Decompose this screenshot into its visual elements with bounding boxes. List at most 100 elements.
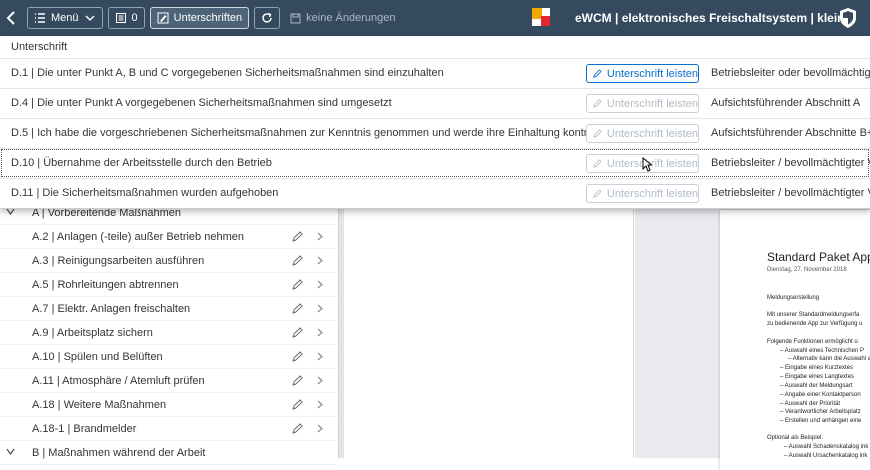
tree-item-label: A.2 | Anlagen (-teile) außer Betrieb neh… (32, 230, 244, 243)
sign-button[interactable]: Unterschrift leisten (586, 124, 699, 143)
signature-row: D.4 | Die unter Punkt A vorgegebenen Sic… (0, 88, 870, 118)
sign-button[interactable]: Unterschrift leisten (586, 64, 699, 83)
pen-icon (292, 231, 303, 242)
pen-icon (593, 129, 602, 138)
save-status: keine Änderungen (290, 12, 395, 24)
tree-item-label: A.3 | Reinigungsarbeiten ausführen (32, 254, 205, 267)
tree-group-label: B | Maßnahmen während der Arbeit (32, 446, 206, 459)
save-status-text: keine Änderungen (306, 12, 396, 24)
back-button[interactable] (0, 0, 22, 36)
mouse-cursor-icon (642, 157, 652, 172)
tree-item-label: A.9 | Arbeitsplatz sichern (32, 326, 153, 339)
chevron-right-icon (317, 328, 323, 337)
pen-icon (292, 423, 303, 434)
signature-row: D.5 | Ich habe die vorgeschriebenen Sich… (0, 118, 870, 148)
pen-icon (593, 189, 602, 198)
pen-icon (292, 351, 303, 362)
signature-row-role: Aufsichtsführender Abschnitt A (711, 97, 861, 109)
signature-row-text: D.5 | Ich habe die vorgeschriebenen Sich… (11, 127, 623, 139)
sign-button[interactable]: Unterschrift leisten (586, 184, 699, 203)
tree-item[interactable]: A.18 | Weitere Maßnahmen (0, 393, 338, 417)
pen-icon (593, 159, 602, 168)
app-title: eWCM | elektronisches Freischaltsystem |… (575, 11, 845, 25)
tree-item[interactable]: A.9 | Arbeitsplatz sichern (0, 321, 338, 345)
popover-heading: Unterschrift (11, 41, 68, 53)
tree-item-label: A.18-1 | Brandmelder (32, 422, 137, 435)
signature-row-role: Betriebsleiter / bevollmächtigter Ver (711, 187, 870, 199)
chevron-right-icon (317, 232, 323, 241)
tree-item[interactable]: A.10 | Spülen und Belüften (0, 345, 338, 369)
collapse-icon (6, 448, 15, 456)
refresh-button[interactable] (254, 7, 281, 29)
list-icon (35, 13, 45, 23)
tree-group-b[interactable]: B | Maßnahmen während der Arbeit (0, 441, 338, 465)
tree-item-label: A.5 | Rohrleitungen abtrennen (32, 278, 179, 291)
sign-button-label: Unterschrift leisten (606, 97, 698, 110)
document-bullet: – Eingabe eines Langtextes (780, 374, 855, 380)
sign-button-label: Unterschrift leisten (606, 127, 698, 140)
menu-label: Menü (51, 12, 79, 24)
company-logo (532, 8, 550, 26)
messages-count: 0 (131, 12, 138, 24)
signatures-label: Unterschriften (173, 12, 243, 24)
sign-button-label: Unterschrift leisten (606, 187, 698, 200)
signature-row-text: D.11 | Die Sicherheitsmaßnahmen wurden a… (11, 187, 279, 199)
document-line: zu bedienende App zur Verfügung u (767, 321, 863, 327)
tree-item[interactable]: A.18-1 | Brandmelder (0, 417, 338, 441)
shell-bar: Menü 0 Unterschriften keine Änderungen e… (0, 0, 870, 36)
document-date: Dienstag, 27. November 2018 (767, 267, 847, 273)
signature-row-text: D.4 | Die unter Punkt A vorgegebenen Sic… (11, 97, 392, 109)
tree-item[interactable]: A.7 | Elektr. Anlagen freischalten (0, 297, 338, 321)
signature-row-role: Aufsichtsführender Abschnitte B+C (711, 127, 870, 139)
document-bullet: – Angabe einer Kontaktperson (780, 392, 861, 398)
pen-icon (292, 375, 303, 386)
tree-item[interactable]: A.11 | Atmosphäre / Atemluft prüfen (0, 369, 338, 393)
pen-icon (292, 399, 303, 410)
signatures-button[interactable]: Unterschriften (149, 7, 250, 29)
sign-button-label: Unterschrift leisten (606, 67, 698, 80)
chevron-down-icon (85, 15, 95, 22)
chevron-right-icon (317, 256, 323, 265)
signature-row-role: Betriebsleiter oder bevollmächtigter (711, 67, 870, 79)
document-bullet: – Erstellen und anhängen eine (780, 418, 862, 424)
menu-button[interactable]: Menü (27, 7, 103, 29)
chevron-right-icon (317, 304, 323, 313)
document-line: Optional als Beispiel: (767, 435, 824, 441)
document-bullet: – Auswahl der Priorität (780, 401, 841, 407)
sign-button-label: Unterschrift leisten (606, 157, 698, 170)
tree-item[interactable]: A.5 | Rohrleitungen abtrennen (0, 273, 338, 297)
tree-item-label: A.10 | Spülen und Belüften (32, 350, 163, 363)
shield-icon[interactable] (838, 7, 858, 29)
signature-icon (157, 12, 169, 24)
document-bullet: – Alternativ kann die Auswahl a (788, 356, 870, 362)
chevron-right-icon (317, 400, 323, 409)
signature-row: D.1 | Die unter Punkt A, B und C vorgege… (0, 58, 870, 88)
signature-row-text: D.1 | Die unter Punkt A, B und C vorgege… (11, 67, 444, 79)
pen-icon (292, 327, 303, 338)
signature-row-role: Betriebsleiter / bevollmächtigter Ver (711, 157, 870, 169)
save-icon (290, 13, 301, 23)
tree-item-label: A.7 | Elektr. Anlagen freischalten (32, 302, 191, 315)
tree-item[interactable]: A.2 | Anlagen (-teile) außer Betrieb neh… (0, 225, 338, 249)
document-bullet: – Auswahl Schadenskatalog ink (784, 444, 869, 450)
refresh-icon (262, 12, 272, 23)
document-bullet: – Auswahl der Meldungsart (780, 383, 853, 389)
signature-row: D.10 | Übernahme der Arbeitsstelle durch… (0, 148, 870, 178)
message-icon (115, 13, 126, 23)
pen-icon (593, 99, 602, 108)
pen-icon (593, 69, 602, 78)
signature-row: D.11 | Die Sicherheitsmaßnahmen wurden a… (0, 178, 870, 208)
chevron-right-icon (317, 352, 323, 361)
tree-item[interactable]: A.3 | Reinigungsarbeiten ausführen (0, 249, 338, 273)
pen-icon (292, 255, 303, 266)
document-line: Folgende Funktionen ermöglicht u (767, 339, 858, 345)
chevron-left-icon (6, 11, 15, 25)
tree-item-label: A.11 | Atmosphäre / Atemluft prüfen (32, 374, 205, 387)
tree-item-label: A.18 | Weitere Maßnahmen (32, 398, 167, 411)
document-bullet: – Auswahl eines Technischen P (780, 348, 864, 354)
sign-button[interactable]: Unterschrift leisten (586, 94, 699, 113)
messages-button[interactable]: 0 (107, 7, 145, 29)
chevron-right-icon (317, 280, 323, 289)
chevron-right-icon (317, 376, 323, 385)
signature-row-text: D.10 | Übernahme der Arbeitsstelle durch… (11, 157, 272, 169)
